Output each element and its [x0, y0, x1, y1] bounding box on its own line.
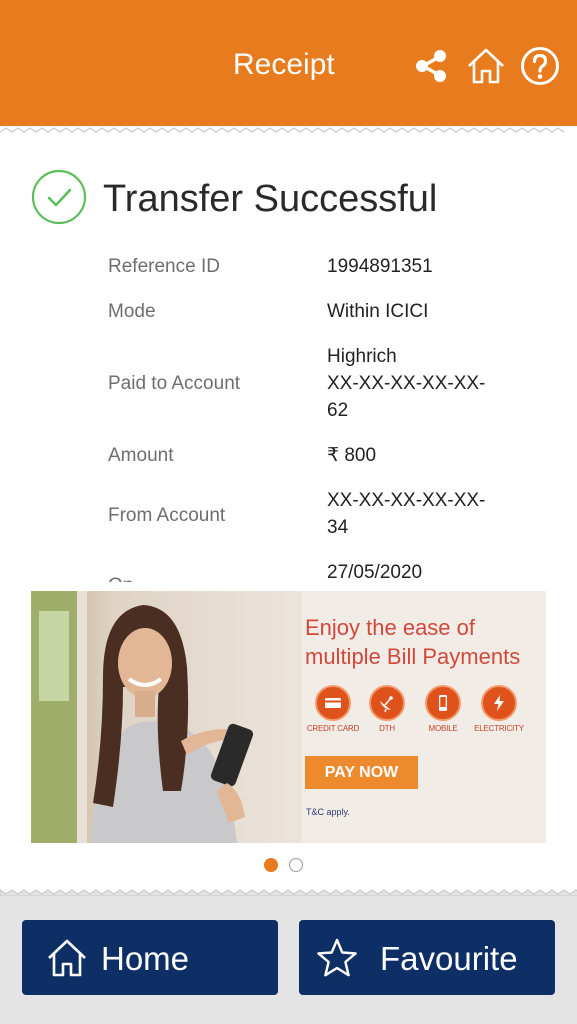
bill-item-electricity: ELECTRICITY	[468, 685, 530, 734]
favourite-button[interactable]: Favourite	[299, 920, 555, 995]
bill-item-mobile: MOBILE	[412, 685, 474, 734]
transfer-status: Transfer Successful	[103, 178, 438, 220]
amount-label: Amount	[108, 445, 174, 466]
home-icon	[46, 937, 88, 979]
star-icon	[316, 937, 358, 979]
mode-value: Within ICICI	[327, 301, 429, 322]
dth-label: DTH	[379, 724, 395, 733]
bill-item-dth: DTH	[356, 685, 418, 734]
receipt-bottom-edge	[0, 889, 577, 896]
page-title: Receipt	[233, 48, 335, 81]
home-icon[interactable]	[466, 46, 506, 86]
from-account-label: From Account	[108, 505, 226, 526]
reference-id-value: 1994891351	[327, 256, 433, 277]
bill-item-credit-card: CREDIT CARD	[302, 685, 364, 734]
credit-card-icon	[315, 685, 351, 721]
mobile-icon	[425, 685, 461, 721]
receipt-details: Reference ID 1994891351 Mode Within ICIC…	[0, 245, 577, 582]
reference-id-label: Reference ID	[108, 256, 220, 277]
success-check-icon	[31, 169, 87, 225]
paid-to-account-value: Highrich XX-XX-XX-XX-XX- 62	[327, 346, 486, 421]
from-account-value: XX-XX-XX-XX-XX- 34	[327, 490, 486, 538]
receipt-top-edge	[0, 126, 577, 138]
banner-photo	[31, 591, 301, 843]
date-value: 27/05/2020	[327, 562, 423, 582]
date-label: On	[108, 574, 133, 582]
app-header: Receipt	[0, 0, 577, 126]
carousel-dot-2[interactable]	[289, 858, 303, 872]
mode-label: Mode	[108, 301, 156, 322]
help-icon[interactable]	[520, 46, 560, 86]
home-button-label: Home	[101, 940, 190, 977]
banner-headline: Enjoy the ease of multiple Bill Payments	[305, 615, 521, 669]
carousel-dot-1[interactable]	[264, 858, 278, 872]
bill-payments-banner[interactable]: Enjoy the ease of multiple Bill Payments…	[31, 591, 546, 843]
amount-value: ₹ 800	[327, 445, 377, 466]
mobile-label: MOBILE	[428, 724, 458, 733]
pay-now-button[interactable]: PAY NOW	[305, 756, 418, 789]
electricity-label: ELECTRICITY	[474, 724, 524, 733]
paid-to-account-label: Paid to Account	[108, 373, 241, 394]
share-icon[interactable]	[411, 46, 451, 86]
home-button[interactable]: Home	[22, 920, 278, 995]
satellite-dish-icon	[369, 685, 405, 721]
credit-card-label: CREDIT CARD	[306, 724, 360, 733]
favourite-button-label: Favourite	[380, 940, 518, 977]
terms-note: T&C apply.	[306, 807, 350, 817]
electricity-icon	[481, 685, 517, 721]
